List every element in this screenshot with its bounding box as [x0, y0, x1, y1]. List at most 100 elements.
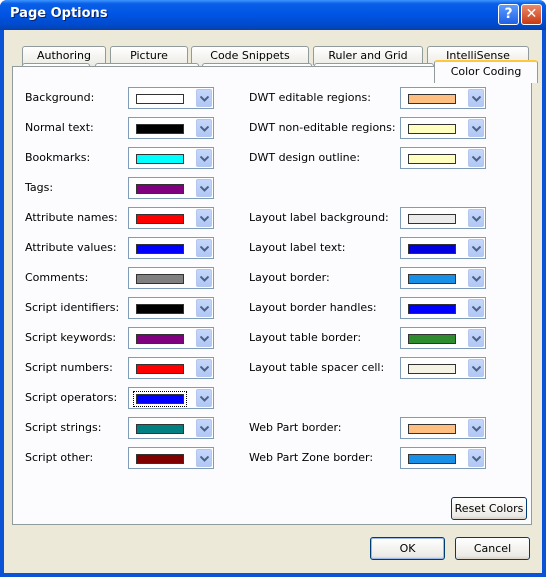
web-part-zone-border-color-picker[interactable]: [400, 447, 486, 469]
help-button[interactable]: ?: [498, 4, 519, 25]
attribute-names-color-picker[interactable]: [128, 207, 214, 229]
layout-border-handles-color-picker[interactable]: [400, 297, 486, 319]
chevron-down-icon[interactable]: [468, 329, 484, 347]
normal-text-color-picker[interactable]: [128, 117, 214, 139]
layout-table-border-label: Layout table border:: [249, 331, 362, 344]
chevron-down-icon[interactable]: [196, 209, 212, 227]
layout-border-handles-color-swatch: [408, 304, 456, 314]
script-operators-color-swatch: [133, 391, 187, 407]
script-strings-color-swatch: [136, 424, 184, 434]
title-bar[interactable]: Page Options ? ✕: [0, 0, 546, 30]
layout-table-border-color-swatch: [408, 334, 456, 344]
chevron-down-icon[interactable]: [468, 449, 484, 467]
dwt-non-editable-regions-label: DWT non-editable regions:: [249, 121, 396, 134]
script-identifiers-color-picker[interactable]: [128, 297, 214, 319]
script-numbers-label: Script numbers:: [25, 361, 113, 374]
dwt-non-editable-regions-color-swatch: [408, 124, 456, 134]
chevron-down-icon[interactable]: [468, 239, 484, 257]
comments-color-swatch: [136, 274, 184, 284]
chevron-down-icon[interactable]: [468, 149, 484, 167]
dwt-non-editable-regions-color-picker[interactable]: [400, 117, 486, 139]
layout-label-text-color-swatch: [408, 244, 456, 254]
script-other-color-picker[interactable]: [128, 447, 214, 469]
normal-text-label: Normal text:: [25, 121, 94, 134]
page-options-dialog: Page Options ? ✕ Authoring Picture Code Sn…: [0, 0, 546, 577]
ok-button[interactable]: OK: [370, 537, 445, 560]
web-part-border-color-picker[interactable]: [400, 417, 486, 439]
web-part-border-color-swatch: [408, 424, 456, 434]
background-label: Background:: [25, 91, 95, 104]
layout-border-color-swatch: [408, 274, 456, 284]
tags-color-swatch: [136, 184, 184, 194]
attribute-values-color-swatch: [136, 244, 184, 254]
dwt-editable-regions-color-picker[interactable]: [400, 87, 486, 109]
script-strings-color-picker[interactable]: [128, 417, 214, 439]
dialog-client-area: Authoring Picture Code Snippets Ruler and G…: [4, 30, 542, 573]
script-identifiers-label: Script identifiers:: [25, 301, 120, 314]
script-numbers-color-picker[interactable]: [128, 357, 214, 379]
window-title: Page Options: [10, 6, 108, 21]
cancel-button[interactable]: Cancel: [455, 537, 530, 560]
attribute-names-color-swatch: [136, 214, 184, 224]
script-keywords-color-swatch: [136, 334, 184, 344]
layout-label-background-color-picker[interactable]: [400, 207, 486, 229]
script-identifiers-color-swatch: [136, 304, 184, 314]
bookmarks-label: Bookmarks:: [25, 151, 91, 164]
chevron-down-icon[interactable]: [196, 89, 212, 107]
bookmarks-color-swatch: [136, 154, 184, 164]
chevron-down-icon[interactable]: [196, 449, 212, 467]
chevron-down-icon[interactable]: [196, 119, 212, 137]
attribute-values-color-picker[interactable]: [128, 237, 214, 259]
chevron-down-icon[interactable]: [468, 269, 484, 287]
dwt-design-outline-color-picker[interactable]: [400, 147, 486, 169]
script-operators-label: Script operators:: [25, 391, 118, 404]
chevron-down-icon[interactable]: [468, 359, 484, 377]
chevron-down-icon[interactable]: [468, 299, 484, 317]
chevron-down-icon[interactable]: [196, 149, 212, 167]
tab-color-coding[interactable]: Color Coding: [434, 60, 538, 83]
layout-table-spacer-cell-color-picker[interactable]: [400, 357, 486, 379]
chevron-down-icon[interactable]: [196, 179, 212, 197]
attribute-names-label: Attribute names:: [25, 211, 118, 224]
script-numbers-color-swatch: [136, 364, 184, 374]
layout-table-spacer-cell-color-swatch: [408, 364, 456, 374]
script-keywords-label: Script keywords:: [25, 331, 117, 344]
chevron-down-icon[interactable]: [196, 269, 212, 287]
chevron-down-icon[interactable]: [196, 359, 212, 377]
tags-color-picker[interactable]: [128, 177, 214, 199]
web-part-border-label: Web Part border:: [249, 421, 342, 434]
layout-label-background-label: Layout label background:: [249, 211, 389, 224]
background-color-swatch: [136, 94, 184, 104]
chevron-down-icon[interactable]: [196, 329, 212, 347]
reset-colors-button[interactable]: Reset Colors: [451, 497, 527, 520]
layout-label-text-color-picker[interactable]: [400, 237, 486, 259]
normal-text-color-swatch: [136, 124, 184, 134]
color-coding-panel: Background: Normal text: Bookmarks: Tags: At…: [12, 66, 532, 525]
comments-color-picker[interactable]: [128, 267, 214, 289]
chevron-down-icon[interactable]: [468, 89, 484, 107]
script-other-color-swatch: [136, 454, 184, 464]
chevron-down-icon[interactable]: [468, 419, 484, 437]
dwt-design-outline-color-swatch: [408, 154, 456, 164]
bookmarks-color-picker[interactable]: [128, 147, 214, 169]
script-other-label: Script other:: [25, 451, 94, 464]
chevron-down-icon[interactable]: [468, 119, 484, 137]
script-operators-color-picker[interactable]: [128, 387, 214, 409]
dwt-design-outline-label: DWT design outline:: [249, 151, 361, 164]
layout-table-border-color-picker[interactable]: [400, 327, 486, 349]
close-button[interactable]: ✕: [521, 4, 542, 25]
web-part-zone-border-color-swatch: [408, 454, 456, 464]
chevron-down-icon[interactable]: [196, 389, 212, 407]
comments-label: Comments:: [25, 271, 89, 284]
tags-label: Tags:: [25, 181, 54, 194]
script-keywords-color-picker[interactable]: [128, 327, 214, 349]
chevron-down-icon[interactable]: [468, 209, 484, 227]
dwt-editable-regions-label: DWT editable regions:: [249, 91, 371, 104]
chevron-down-icon[interactable]: [196, 299, 212, 317]
background-color-picker[interactable]: [128, 87, 214, 109]
chevron-down-icon[interactable]: [196, 419, 212, 437]
layout-border-label: Layout border:: [249, 271, 330, 284]
layout-label-background-color-swatch: [408, 214, 456, 224]
chevron-down-icon[interactable]: [196, 239, 212, 257]
layout-border-color-picker[interactable]: [400, 267, 486, 289]
